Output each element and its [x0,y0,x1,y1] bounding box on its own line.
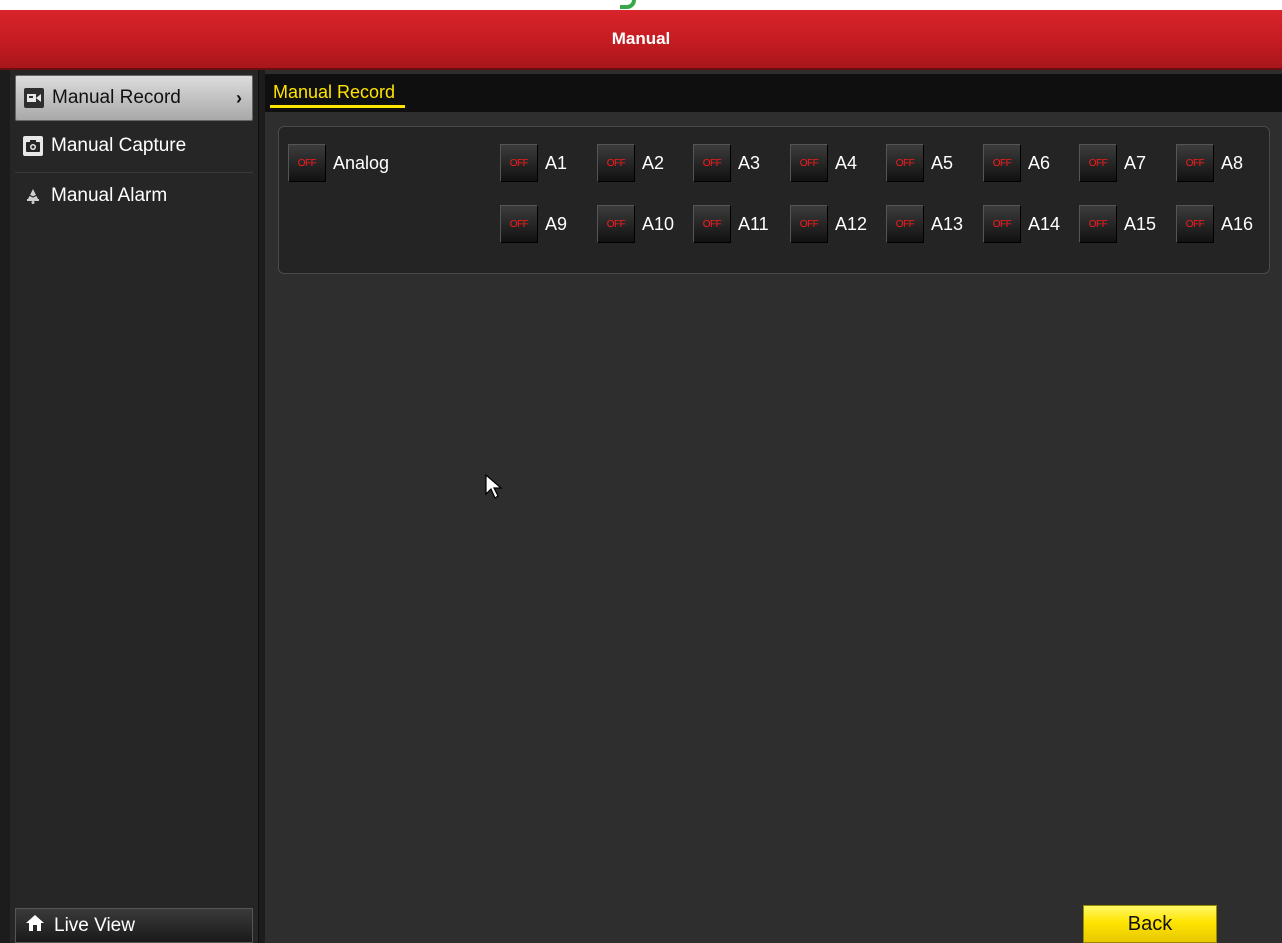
toggle-label: A3 [738,152,761,173]
window-body: Manual Record › Manual Capture Manual Al… [0,70,1282,943]
off-toggle-button[interactable]: OFF [1079,144,1117,182]
camera-icon [23,136,43,156]
channel-toggle-a8[interactable]: OFF A8 [1176,144,1243,182]
channel-toggle-a10[interactable]: OFF A10 [597,205,674,243]
toggle-label: A9 [545,213,568,234]
window-title: Manual [611,29,671,48]
channel-toggle-a15[interactable]: OFF A15 [1079,205,1156,243]
toggle-label: A16 [1221,213,1254,234]
toggle-label: Analog [333,152,390,173]
off-toggle-button[interactable]: OFF [983,144,1021,182]
off-toggle-button[interactable]: OFF [597,144,635,182]
off-toggle-button[interactable]: OFF [500,205,538,243]
toggle-label: A7 [1124,152,1147,173]
toggle-label: A15 [1124,213,1157,234]
channel-toggle-a5[interactable]: OFF A5 [886,144,953,182]
toggle-label: A6 [1028,152,1051,173]
title-bar: Manual [0,10,1282,70]
channel-toggle-a9[interactable]: OFF A9 [500,205,567,243]
chevron-right-icon: › [236,87,242,108]
toggle-label: A4 [835,152,858,173]
off-toggle-button[interactable]: OFF [886,205,924,243]
sidebar-item-label: Manual Record [52,87,181,108]
top-edge [0,0,1282,10]
off-toggle-button[interactable]: OFF [1079,205,1117,243]
sidebar-item-manual-alarm[interactable]: Manual Alarm [15,173,253,219]
toggle-label: A5 [931,152,954,173]
off-toggle-button[interactable]: OFF [790,144,828,182]
channel-toggle-a2[interactable]: OFF A2 [597,144,664,182]
off-toggle-button[interactable]: OFF [693,205,731,243]
channel-toggle-a13[interactable]: OFF A13 [886,205,963,243]
channel-toggle-a1[interactable]: OFF A1 [500,144,567,182]
off-toggle-button[interactable]: OFF [886,144,924,182]
sidebar-item-label: Manual Capture [51,135,187,156]
analog-toggle[interactable]: OFF Analog [288,144,389,182]
channel-toggle-a12[interactable]: OFF A12 [790,205,867,243]
toggle-label: A10 [642,213,675,234]
channel-toggle-a11[interactable]: OFF A11 [693,205,769,243]
channel-toggle-a7[interactable]: OFF A7 [1079,144,1146,182]
off-toggle-button[interactable]: OFF [597,205,635,243]
channel-toggle-a6[interactable]: OFF A6 [983,144,1050,182]
off-toggle-button[interactable]: OFF [288,144,326,182]
logo-fragment [620,0,636,9]
tab-manual-record[interactable]: Manual Record [270,80,406,108]
record-toggle-panel: OFF Analog OFF A1 OFF A2 OFF A3 OFF A4 OFF A5 OFF A… [278,126,1270,274]
tab-bar: Manual Record [265,74,1282,112]
sidebar-item-manual-record[interactable]: Manual Record › [15,75,253,121]
channel-toggle-a16[interactable]: OFF A16 [1176,205,1253,243]
channel-toggle-a14[interactable]: OFF A14 [983,205,1060,243]
toggle-label: A1 [545,152,568,173]
sidebar-item-manual-capture[interactable]: Manual Capture [15,123,253,169]
off-toggle-button[interactable]: OFF [1176,144,1214,182]
off-toggle-button[interactable]: OFF [693,144,731,182]
toggle-label: A14 [1028,213,1061,234]
alarm-bell-icon [23,186,43,206]
video-camera-icon [24,88,44,108]
sidebar: Manual Record › Manual Capture Manual Al… [10,70,259,943]
channel-toggle-a3[interactable]: OFF A3 [693,144,760,182]
off-toggle-button[interactable]: OFF [983,205,1021,243]
main-content: Manual Record OFF Analog OFF A1 OFF A2 OFF A3… [265,70,1282,943]
toggle-label: A13 [931,213,964,234]
channel-toggle-a4[interactable]: OFF A4 [790,144,857,182]
toggle-label: A2 [642,152,665,173]
home-icon [26,914,44,937]
toggle-label: A12 [835,213,868,234]
toggle-label: A11 [738,213,769,234]
live-view-label: Live View [54,914,135,936]
live-view-button[interactable]: Live View [15,908,253,943]
off-toggle-button[interactable]: OFF [790,205,828,243]
off-toggle-button[interactable]: OFF [1176,205,1214,243]
sidebar-item-label: Manual Alarm [51,185,168,206]
off-toggle-button[interactable]: OFF [500,144,538,182]
toggle-label: A8 [1221,152,1244,173]
mouse-cursor-icon [485,474,503,499]
back-button[interactable]: Back [1083,905,1217,943]
